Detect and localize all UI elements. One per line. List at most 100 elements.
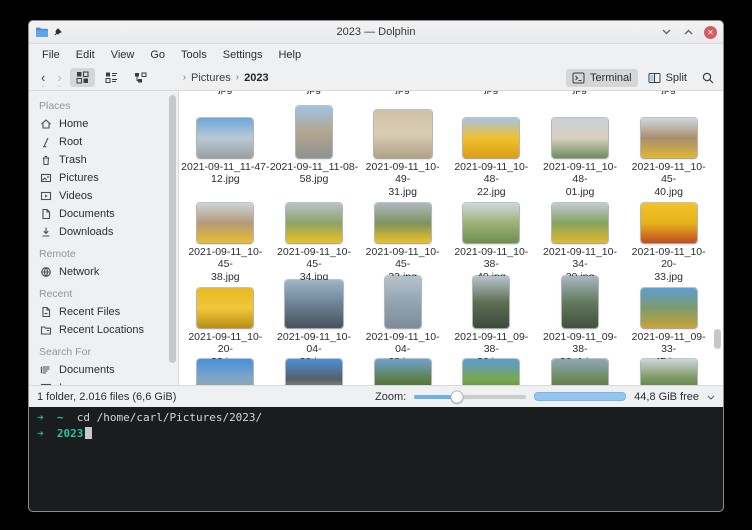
forward-button[interactable]: ›⌄ <box>53 70 65 85</box>
file-name: 2021-09-11_11-08-58.jpg <box>270 161 358 186</box>
file-item[interactable]: 2021-09-11_10-20-32.jpg <box>181 271 270 356</box>
sidebar-item-network[interactable]: Network <box>39 263 178 281</box>
file-item[interactable]: 2021-09-11_10-48-22.jpg <box>447 101 536 186</box>
file-item[interactable]: 2021-09-11_11-47-12.jpg <box>181 101 270 186</box>
close-button[interactable]: ✕ <box>704 26 717 39</box>
file-thumbnail[interactable] <box>385 276 421 328</box>
sidebar-item-documents[interactable]: Documents <box>39 205 178 223</box>
file-item[interactable]: 2021-09-11_10-45-34.jpg <box>270 186 359 271</box>
file-item[interactable] <box>624 356 713 385</box>
file-thumbnail[interactable] <box>562 276 598 328</box>
sidebar-item-recent-locations[interactable]: Recent Locations <box>39 321 178 339</box>
sidebar-item-images[interactable]: Images <box>39 379 178 385</box>
terminal-cursor[interactable] <box>85 427 92 439</box>
split-view-button[interactable]: Split <box>642 69 693 87</box>
minimize-button[interactable] <box>660 26 673 39</box>
sidebar-item-pictures[interactable]: Pictures <box>39 169 178 187</box>
file-item[interactable]: 2021-09-11_09-38-26_1.jpg <box>536 271 625 356</box>
sidebar-item-label: Network <box>59 266 99 278</box>
file-row: 2021-09-11_10-20-32.jpg2021-09-11_10-04-… <box>181 271 713 356</box>
menu-file[interactable]: File <box>35 47 67 63</box>
file-item[interactable]: 2021-09-11_10-48-01.jpg <box>536 101 625 186</box>
sidebar-item-trash[interactable]: Trash <box>39 151 178 169</box>
file-item[interactable] <box>358 356 447 385</box>
sidebar-item-home[interactable]: Home <box>39 115 178 133</box>
titlebar[interactable]: 2023 — Dolphin ✕ <box>29 21 723 44</box>
file-thumbnail[interactable] <box>296 106 332 158</box>
icons-view-button[interactable] <box>70 68 95 87</box>
file-item[interactable] <box>536 356 625 385</box>
menu-view[interactable]: View <box>104 47 142 63</box>
file-thumbnail[interactable] <box>197 118 253 158</box>
file-thumbnail[interactable] <box>641 118 697 158</box>
terminal-button-label: Terminal <box>590 72 632 84</box>
root-icon <box>39 136 52 149</box>
file-thumbnail[interactable] <box>197 203 253 243</box>
free-space-chevron-icon[interactable] <box>707 392 715 402</box>
menu-settings[interactable]: Settings <box>216 47 270 63</box>
breadcrumb-2023[interactable]: 2023 <box>244 72 268 84</box>
sidebar-item-recent-files[interactable]: Recent Files <box>39 303 178 321</box>
file-thumbnail[interactable] <box>285 280 343 328</box>
file-thumbnail[interactable] <box>375 203 431 243</box>
file-thumbnail[interactable] <box>641 203 697 243</box>
file-thumbnail[interactable] <box>641 359 697 385</box>
file-thumbnail[interactable] <box>463 359 519 385</box>
file-thumbnail[interactable] <box>552 118 608 158</box>
file-thumbnail[interactable] <box>473 276 509 328</box>
file-item[interactable]: 2021-09-11_10-49-31.jpg <box>358 101 447 186</box>
file-item[interactable]: 2021-09-11_10-34-30.jpg <box>536 186 625 271</box>
file-thumbnail[interactable] <box>641 288 697 328</box>
file-item[interactable]: 2021-09-11_10-38-40.jpg <box>447 186 536 271</box>
maximize-button[interactable] <box>682 26 695 39</box>
sidebar-item-label: Recent Files <box>59 306 120 318</box>
search-icon[interactable] <box>701 71 715 85</box>
clipped-filename: jpg <box>358 91 447 101</box>
folder-view[interactable]: jpgjpgjpgjpgjpgjpg2021-09-11_11-47-12.jp… <box>179 91 723 385</box>
terminal-panel[interactable]: ➜ ~ cd /home/carl/Pictures/2023/➜ 2023 <box>29 407 723 511</box>
file-item[interactable]: 2021-09-11_10-45-40.jpg <box>624 101 713 186</box>
folder-view-scrollbar[interactable] <box>714 329 721 349</box>
file-thumbnail[interactable] <box>197 359 253 385</box>
file-item[interactable]: 2021-09-11_09-38-26.jpg <box>447 271 536 356</box>
menu-tools[interactable]: Tools <box>174 47 214 63</box>
sidebar-item-downloads[interactable]: Downloads <box>39 223 178 241</box>
file-thumbnail[interactable] <box>286 203 342 243</box>
zoom-slider-handle[interactable] <box>450 390 463 403</box>
file-item[interactable] <box>181 356 270 385</box>
terminal-toggle-button[interactable]: Terminal <box>566 69 638 87</box>
file-item[interactable]: 2021-09-11_10-20-33.jpg <box>624 186 713 271</box>
file-thumbnail[interactable] <box>197 288 253 328</box>
file-name: 2021-09-11_09-33-45.jpg <box>624 331 713 356</box>
file-item[interactable]: 2021-09-11_11-08-58.jpg <box>270 101 359 186</box>
sidebar-item-root[interactable]: Root <box>39 133 178 151</box>
menu-go[interactable]: Go <box>143 47 172 63</box>
file-item[interactable]: 2021-09-11_10-04-39.jpg <box>270 271 359 356</box>
sidebar-item-videos[interactable]: Videos <box>39 187 178 205</box>
details-view-button[interactable] <box>99 68 124 87</box>
breadcrumb-pictures[interactable]: Pictures <box>191 72 231 84</box>
menu-edit[interactable]: Edit <box>69 47 102 63</box>
file-thumbnail-wrap <box>197 186 253 243</box>
file-thumbnail[interactable] <box>286 359 342 385</box>
file-thumbnail[interactable] <box>374 110 432 158</box>
clipped-filename: jpg <box>624 91 713 101</box>
file-item[interactable]: 2021-09-11_10-45-33.jpg <box>358 186 447 271</box>
menu-help[interactable]: Help <box>271 47 308 63</box>
file-thumbnail[interactable] <box>552 359 608 385</box>
zoom-slider[interactable] <box>414 395 526 399</box>
file-thumbnail[interactable] <box>375 359 431 385</box>
file-item[interactable]: 2021-09-11_09-33-45.jpg <box>624 271 713 356</box>
back-button[interactable]: ‹⌄ <box>37 70 49 85</box>
sidebar-section-places: PlacesHomeRootTrashPicturesVideosDocumen… <box>39 100 178 241</box>
tree-view-icon <box>134 71 147 84</box>
file-item[interactable] <box>447 356 536 385</box>
file-thumbnail[interactable] <box>552 203 608 243</box>
file-thumbnail[interactable] <box>463 203 519 243</box>
file-item[interactable]: 2021-09-11_10-45-38.jpg <box>181 186 270 271</box>
tree-view-button[interactable] <box>128 68 153 87</box>
file-thumbnail[interactable] <box>463 118 519 158</box>
file-item[interactable]: 2021-09-11_10-04-08.jpg <box>358 271 447 356</box>
sidebar-item-documents[interactable]: Documents <box>39 361 178 379</box>
file-item[interactable] <box>270 356 359 385</box>
